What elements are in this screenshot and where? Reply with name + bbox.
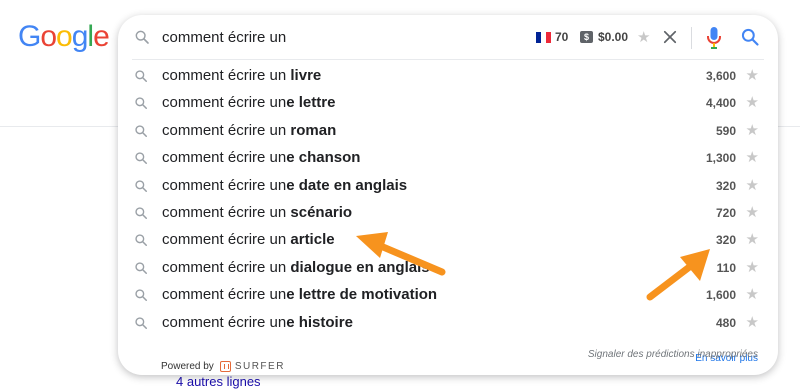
search-volume: 480 (715, 315, 736, 330)
star-icon[interactable]: ★ (746, 203, 759, 221)
suggestion-item[interactable]: comment écrire une histoire 480 ★ (118, 309, 778, 336)
star-icon[interactable]: ★ (746, 121, 759, 139)
suggestion-prefix: comment écrire un (162, 94, 287, 112)
star-icon[interactable]: ★ (746, 93, 759, 111)
suggestion-text: comment écrire une lettre (162, 94, 335, 111)
suggestion-completion: e lettre (286, 94, 336, 112)
search-volume: 4,400 (705, 96, 736, 111)
suggestion-prefix: comment écrire un (162, 149, 287, 167)
toolbar-divider (691, 27, 692, 49)
star-icon[interactable]: ★ (746, 230, 759, 248)
star-icon[interactable]: ★ (746, 148, 759, 166)
star-icon[interactable]: ★ (746, 258, 759, 276)
suggestion-completion: e chanson (286, 149, 361, 167)
search-icon (135, 234, 148, 247)
logo-letter-g1: G (18, 20, 41, 53)
suggestion-item[interactable]: comment écrire un livre 3,600 ★ (118, 62, 778, 89)
more-lines-link[interactable]: 4 autres lignes (176, 374, 261, 389)
star-icon[interactable]: ★ (746, 313, 759, 331)
dollar-icon: $ (580, 31, 593, 43)
suggestion-prefix: comment écrire un (162, 121, 287, 139)
report-predictions-link[interactable]: Signaler des prédictions inappropriées (588, 349, 758, 360)
autocomplete-panel: 70 $ $0.00 ★ comment écrire un livre 3,6… (118, 15, 778, 375)
logo-letter-g2: g (71, 20, 89, 53)
suggestion-completion: scénario (286, 203, 353, 221)
search-icon (135, 179, 148, 192)
search-separator (132, 59, 764, 60)
surfer-brand[interactable]: SURFER (219, 361, 285, 372)
suggestion-text: comment écrire un livre (162, 67, 321, 84)
star-icon[interactable]: ★ (746, 66, 759, 84)
suggestion-prefix: comment écrire un (162, 231, 287, 249)
powered-by-label: Powered by (161, 361, 214, 372)
suggestion-prefix: comment écrire un (162, 286, 287, 304)
arrow-annotation-icon (646, 249, 710, 301)
suggestion-item[interactable]: comment écrire une lettre 4,400 ★ (118, 89, 778, 116)
search-icon (135, 30, 149, 44)
suggestion-text: comment écrire une date en anglais (162, 177, 407, 194)
suggestion-completion: e date en anglais (286, 176, 408, 194)
search-volume: 3,600 (705, 69, 736, 83)
suggestion-text: comment écrire un scénario (162, 204, 352, 221)
search-icon (135, 262, 148, 274)
arrow-annotation-icon (356, 232, 446, 276)
surfer-brand-name: SURFER (234, 361, 285, 372)
search-icon (135, 316, 148, 329)
search-volume: 320 (715, 178, 736, 193)
search-icon (135, 70, 148, 83)
search-volume: 720 (715, 205, 736, 220)
suggestion-completion: roman (286, 121, 337, 139)
suggestion-text: comment écrire un roman (162, 122, 336, 139)
powered-by: Powered by SURFER (161, 361, 285, 372)
search-icon (135, 152, 148, 165)
search-icon (135, 97, 148, 110)
suggestion-item[interactable]: comment écrire un roman 590 ★ (118, 117, 778, 144)
search-submit-icon[interactable] (740, 27, 760, 47)
suggestion-prefix: comment écrire un (162, 67, 287, 84)
suggestion-text: comment écrire un article (162, 231, 335, 248)
suggestion-completion: article (286, 231, 335, 249)
search-input[interactable] (162, 25, 522, 49)
suggestion-text: comment écrire une lettre de motivation (162, 286, 437, 303)
suggestion-prefix: comment écrire un (162, 176, 287, 194)
search-icon (135, 289, 148, 302)
suggestion-item[interactable]: comment écrire une chanson 1,300 ★ (118, 144, 778, 171)
search-volume: 590 (715, 123, 736, 138)
star-icon[interactable]: ★ (746, 176, 759, 194)
star-icon[interactable]: ★ (746, 285, 759, 303)
logo-letter-o2: o (56, 20, 73, 53)
suggestion-completion: e histoire (286, 313, 353, 331)
google-logo[interactable]: Google (18, 20, 110, 54)
suggestion-completion: livre (286, 67, 322, 84)
country-volume: 70 (555, 30, 569, 44)
suggestion-item[interactable]: comment écrire une date en anglais 320 ★ (118, 172, 778, 199)
cpc-value: $0.00 (598, 30, 629, 44)
suggestion-completion: e lettre de motivation (286, 286, 438, 304)
surfer-logo-icon (219, 361, 231, 372)
microphone-icon[interactable] (706, 26, 722, 50)
search-volume: 1,300 (705, 151, 736, 166)
clear-icon[interactable] (661, 28, 679, 46)
france-flag-icon (536, 32, 551, 43)
suggestion-text: comment écrire une histoire (162, 314, 353, 331)
search-icon (135, 207, 148, 219)
suggestion-prefix: comment écrire un (162, 258, 287, 276)
suggestion-item[interactable]: comment écrire un scénario 720 ★ (118, 199, 778, 226)
search-volume: 320 (715, 233, 736, 248)
suggestion-prefix: comment écrire un (162, 313, 287, 331)
search-volume: 110 (716, 260, 736, 275)
search-icon (135, 125, 148, 137)
star-icon[interactable]: ★ (637, 28, 650, 46)
logo-letter-o1: o (40, 20, 57, 53)
search-box: 70 $ $0.00 ★ (118, 15, 778, 59)
suggestion-text: comment écrire une chanson (162, 149, 360, 166)
suggestion-prefix: comment écrire un (162, 203, 287, 221)
logo-letter-e: e (93, 20, 110, 53)
